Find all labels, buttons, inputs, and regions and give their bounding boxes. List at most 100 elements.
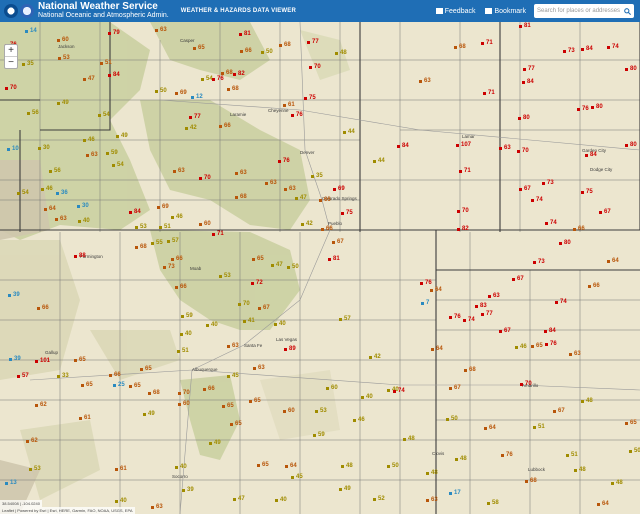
temperature-value[interactable]: 25 xyxy=(118,382,125,388)
station-dot[interactable] xyxy=(212,233,215,236)
temperature-value[interactable]: 71 xyxy=(464,168,471,174)
station-dot[interactable] xyxy=(531,199,534,202)
temperature-value[interactable]: 63 xyxy=(574,351,581,357)
station-dot[interactable] xyxy=(157,206,160,209)
station-dot[interactable] xyxy=(611,482,614,485)
temperature-value[interactable]: 65 xyxy=(254,398,261,404)
station-dot[interactable] xyxy=(159,226,162,229)
temperature-value[interactable]: 47 xyxy=(88,76,95,82)
station-dot[interactable] xyxy=(167,240,170,243)
temperature-value[interactable]: 66 xyxy=(114,372,121,378)
station-dot[interactable] xyxy=(563,50,566,53)
temperature-value[interactable]: 69 xyxy=(162,204,169,210)
temperature-value[interactable]: 49 xyxy=(344,486,351,492)
station-dot[interactable] xyxy=(175,466,178,469)
zoom-out-button[interactable]: − xyxy=(5,56,17,68)
temperature-value[interactable]: 76 xyxy=(283,158,290,164)
station-dot[interactable] xyxy=(457,228,460,231)
station-dot[interactable] xyxy=(309,66,312,69)
station-dot[interactable] xyxy=(387,465,390,468)
temperature-value[interactable]: 65 xyxy=(198,45,205,51)
temperature-value[interactable]: 50 xyxy=(451,416,458,422)
temperature-value[interactable]: 77 xyxy=(528,66,535,72)
station-dot[interactable] xyxy=(278,160,281,163)
station-dot[interactable] xyxy=(519,188,522,191)
temperature-value[interactable]: 83 xyxy=(480,303,487,309)
station-dot[interactable] xyxy=(233,73,236,76)
station-dot[interactable] xyxy=(284,188,287,191)
station-dot[interactable] xyxy=(57,39,60,42)
temperature-value[interactable]: 68 xyxy=(240,194,247,200)
temperature-value[interactable]: 70 xyxy=(183,390,190,396)
station-dot[interactable] xyxy=(459,170,462,173)
station-dot[interactable] xyxy=(193,47,196,50)
station-dot[interactable] xyxy=(274,323,277,326)
station-dot[interactable] xyxy=(481,313,484,316)
temperature-value[interactable]: 55 xyxy=(156,240,163,246)
temperature-value[interactable]: 68 xyxy=(469,367,476,373)
temperature-value[interactable]: 10 xyxy=(12,146,19,152)
station-dot[interactable] xyxy=(25,30,28,33)
temperature-value[interactable]: 68 xyxy=(530,478,537,484)
station-dot[interactable] xyxy=(311,175,314,178)
station-dot[interactable] xyxy=(397,145,400,148)
temperature-value[interactable]: 69 xyxy=(338,186,345,192)
temperature-value[interactable]: 53 xyxy=(34,466,41,472)
temperature-value[interactable]: 42 xyxy=(306,221,313,227)
station-dot[interactable] xyxy=(573,228,576,231)
station-dot[interactable] xyxy=(201,78,204,81)
temperature-value[interactable]: 39 xyxy=(13,292,20,298)
temperature-value[interactable]: 46 xyxy=(176,214,183,220)
temperature-value[interactable]: 65 xyxy=(630,420,637,426)
feedback-link[interactable]: Feedback xyxy=(435,8,475,15)
temperature-value[interactable]: 42 xyxy=(190,125,197,131)
temperature-value[interactable]: 79 xyxy=(113,30,120,36)
station-dot[interactable] xyxy=(326,387,329,390)
station-dot[interactable] xyxy=(253,367,256,370)
temperature-value[interactable]: 73 xyxy=(568,48,575,54)
temperature-value[interactable]: 51 xyxy=(164,224,171,230)
temperature-value[interactable]: 80 xyxy=(630,142,637,148)
station-dot[interactable] xyxy=(83,78,86,81)
station-dot[interactable] xyxy=(285,465,288,468)
station-dot[interactable] xyxy=(420,282,423,285)
station-dot[interactable] xyxy=(251,282,254,285)
bookmark-link[interactable]: Bookmark xyxy=(485,8,526,15)
temperature-value[interactable]: 53 xyxy=(140,224,147,230)
station-dot[interactable] xyxy=(240,50,243,53)
station-dot[interactable] xyxy=(206,324,209,327)
temperature-value[interactable]: 48 xyxy=(460,456,467,462)
station-dot[interactable] xyxy=(313,434,316,437)
station-dot[interactable] xyxy=(140,368,143,371)
temperature-value[interactable]: 77 xyxy=(194,114,201,120)
temperature-value[interactable]: 66 xyxy=(180,284,187,290)
station-dot[interactable] xyxy=(77,205,80,208)
station-dot[interactable] xyxy=(519,25,522,28)
temperature-value[interactable]: 80 xyxy=(630,66,637,72)
station-dot[interactable] xyxy=(321,228,324,231)
station-dot[interactable] xyxy=(209,442,212,445)
station-dot[interactable] xyxy=(520,383,523,386)
station-dot[interactable] xyxy=(456,144,459,147)
temperature-value[interactable]: 67 xyxy=(517,276,524,282)
temperature-value[interactable]: 63 xyxy=(424,78,431,84)
temperature-value[interactable]: 76 xyxy=(582,106,589,112)
station-dot[interactable] xyxy=(455,458,458,461)
station-dot[interactable] xyxy=(38,147,41,150)
station-dot[interactable] xyxy=(7,148,10,151)
station-dot[interactable] xyxy=(607,260,610,263)
temperature-value[interactable]: 88 xyxy=(79,253,86,259)
station-dot[interactable] xyxy=(315,410,318,413)
station-dot[interactable] xyxy=(178,392,181,395)
station-dot[interactable] xyxy=(287,266,290,269)
temperature-value[interactable]: 67 xyxy=(558,408,565,414)
temperature-value[interactable]: 41 xyxy=(248,318,255,324)
temperature-value[interactable]: 66 xyxy=(324,197,331,203)
temperature-value[interactable]: 61 xyxy=(84,415,91,421)
temperature-value[interactable]: 61 xyxy=(120,466,127,472)
station-dot[interactable] xyxy=(483,92,486,95)
temperature-value[interactable]: 50 xyxy=(266,49,273,55)
temperature-value[interactable]: 48 xyxy=(431,470,438,476)
temperature-value[interactable]: 59 xyxy=(186,313,193,319)
station-dot[interactable] xyxy=(49,170,52,173)
